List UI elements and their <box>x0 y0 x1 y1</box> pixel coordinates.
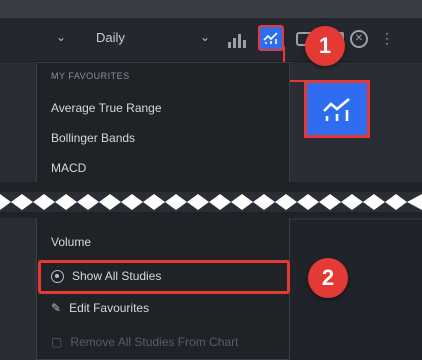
chart-toolbar: ⌄ Daily ⌄ ✕ ⋮ <box>0 18 422 62</box>
show-all-highlight <box>38 260 290 294</box>
remove-all-studies-item[interactable]: ▢ Remove All Studies From Chart <box>51 335 238 349</box>
menu-item-label: Bollinger Bands <box>51 131 136 145</box>
studies-icon <box>323 98 350 121</box>
top-strip <box>0 0 422 18</box>
settings-icon[interactable]: ✕ <box>350 30 368 48</box>
cut-separator <box>0 182 422 218</box>
menu-item-volume[interactable]: Volume <box>51 235 91 249</box>
edit-favourites-item[interactable]: ✎ Edit Favourites <box>51 301 149 315</box>
studies-button[interactable] <box>258 25 284 51</box>
step-1-badge: 1 <box>305 26 345 66</box>
chart-type-icon[interactable] <box>228 32 248 48</box>
interval-select[interactable]: Daily <box>96 30 125 45</box>
chart-area <box>290 220 422 360</box>
menu-item-label: Volume <box>51 235 92 249</box>
menu-item-label: Average True Range <box>51 101 162 115</box>
menu-item-atr[interactable]: Average True Range <box>51 101 162 115</box>
menu-item-bollinger[interactable]: Bollinger Bands <box>51 131 135 145</box>
menu-item-macd[interactable]: MACD <box>51 161 86 175</box>
trash-icon: ▢ <box>51 335 63 349</box>
zigzag-divider <box>0 182 422 218</box>
pencil-icon: ✎ <box>51 301 62 315</box>
more-icon[interactable]: ⋮ <box>380 30 394 47</box>
menu-item-label: Remove All Studies From Chart <box>70 335 239 349</box>
studies-icon <box>263 32 278 44</box>
step-2-badge: 2 <box>308 258 348 298</box>
interval-chevron-icon[interactable]: ⌄ <box>200 30 210 44</box>
chevron-down-icon[interactable]: ⌄ <box>56 30 66 44</box>
favourites-heading: MY FAVOURITES <box>51 71 130 81</box>
menu-item-label: MACD <box>51 161 87 175</box>
menu-item-label: Edit Favourites <box>69 301 150 315</box>
studies-icon-enlarged <box>304 80 370 138</box>
